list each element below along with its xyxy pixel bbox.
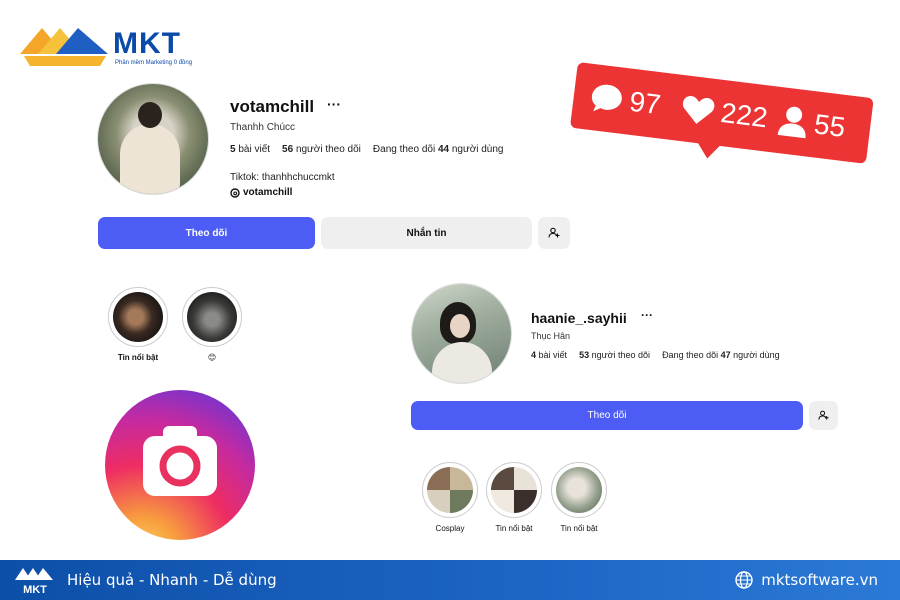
- footer-tagline: Hiệu quả - Nhanh - Dễ dùng: [67, 571, 277, 589]
- profile2-full-name: Thục Hân: [531, 331, 571, 341]
- highlight-label: Tin nổi bật: [495, 524, 533, 533]
- notification-badge: 97 222 55: [569, 62, 878, 190]
- logo-subtitle: Phần mềm Marketing 0 đồng: [115, 60, 193, 66]
- profile1-following[interactable]: Đang theo dõi 44 người dùng: [373, 144, 504, 155]
- footer-logo-icon: MKT: [15, 568, 53, 596]
- highlight-label: Tin nổi bật: [117, 353, 159, 362]
- add-user-icon: [548, 227, 560, 238]
- threads-icon: [230, 187, 240, 198]
- comment-icon: [591, 84, 622, 112]
- profile1-threads-link[interactable]: votamchill: [230, 187, 292, 198]
- mkt-logo: MKT Phần mềm Marketing 0 đồng: [20, 24, 210, 70]
- profile1-posts: 5 bài viết: [230, 144, 271, 155]
- instagram-logo-icon: [105, 390, 255, 540]
- profile2-posts: 4 bài viết: [531, 350, 568, 360]
- profile1-username: votamchill: [230, 97, 315, 116]
- profile2-username: haanie_.sayhii: [531, 310, 627, 326]
- profile2-stats: 4 bài viết 53 người theo dõi Đang theo d…: [531, 350, 780, 360]
- heart-icon: [682, 96, 715, 124]
- footer-website-link[interactable]: mktsoftware.vn: [735, 571, 878, 589]
- profile2-follow-button[interactable]: Theo dõi: [411, 401, 803, 430]
- profile2-avatar[interactable]: [411, 283, 512, 384]
- camera-icon: [143, 426, 217, 496]
- highlight-label: Cosplay: [435, 524, 465, 533]
- profile2-more-icon[interactable]: ···: [641, 308, 653, 322]
- profile1-avatar[interactable]: [97, 83, 209, 195]
- footer-logo-text: MKT: [23, 584, 47, 596]
- add-user-icon: [818, 410, 829, 420]
- footer-logo: MKT: [15, 564, 55, 596]
- profile1-message-button[interactable]: Nhắn tin: [321, 217, 532, 249]
- profile1-more-icon[interactable]: ···: [327, 96, 341, 112]
- highlight-label: 😊: [207, 353, 217, 362]
- logo-text: MKT: [113, 27, 181, 60]
- user-icon: [777, 106, 806, 139]
- comment-count: 97: [587, 76, 663, 126]
- profile2-following[interactable]: Đang theo dõi 47 người dùng: [662, 350, 780, 360]
- profile2-add-user-button[interactable]: [809, 401, 838, 430]
- profile2-highlight[interactable]: Tin nổi bật: [551, 462, 607, 533]
- profile2-highlight[interactable]: Tin nổi bật: [486, 462, 542, 533]
- globe-icon: [735, 571, 753, 589]
- footer-bar: MKT Hiệu quả - Nhanh - Dễ dùng mktsoftwa…: [0, 560, 900, 600]
- profile1-stats: 5 bài viết 56 người theo dõi Đang theo d…: [230, 144, 504, 155]
- mkt-logo-icon: [20, 28, 108, 66]
- profile1-bio: Tiktok: thanhhchuccmkt: [230, 172, 335, 183]
- profile1-add-user-button[interactable]: [538, 217, 570, 249]
- profile1-highlight[interactable]: 😊: [182, 287, 242, 362]
- highlight-label: Tin nổi bật: [560, 524, 598, 533]
- profile1-follow-button[interactable]: Theo dõi: [98, 217, 315, 249]
- follower-count: 55: [776, 99, 848, 149]
- profile2-followers[interactable]: 53 người theo dõi: [579, 350, 650, 360]
- profile2-highlight[interactable]: Cosplay: [422, 462, 478, 533]
- profile1-highlight[interactable]: Tin nổi bật: [108, 287, 168, 362]
- profile1-followers[interactable]: 56 người theo dõi: [282, 144, 361, 155]
- profile1-full-name: Thanhh Chúcc: [230, 122, 296, 133]
